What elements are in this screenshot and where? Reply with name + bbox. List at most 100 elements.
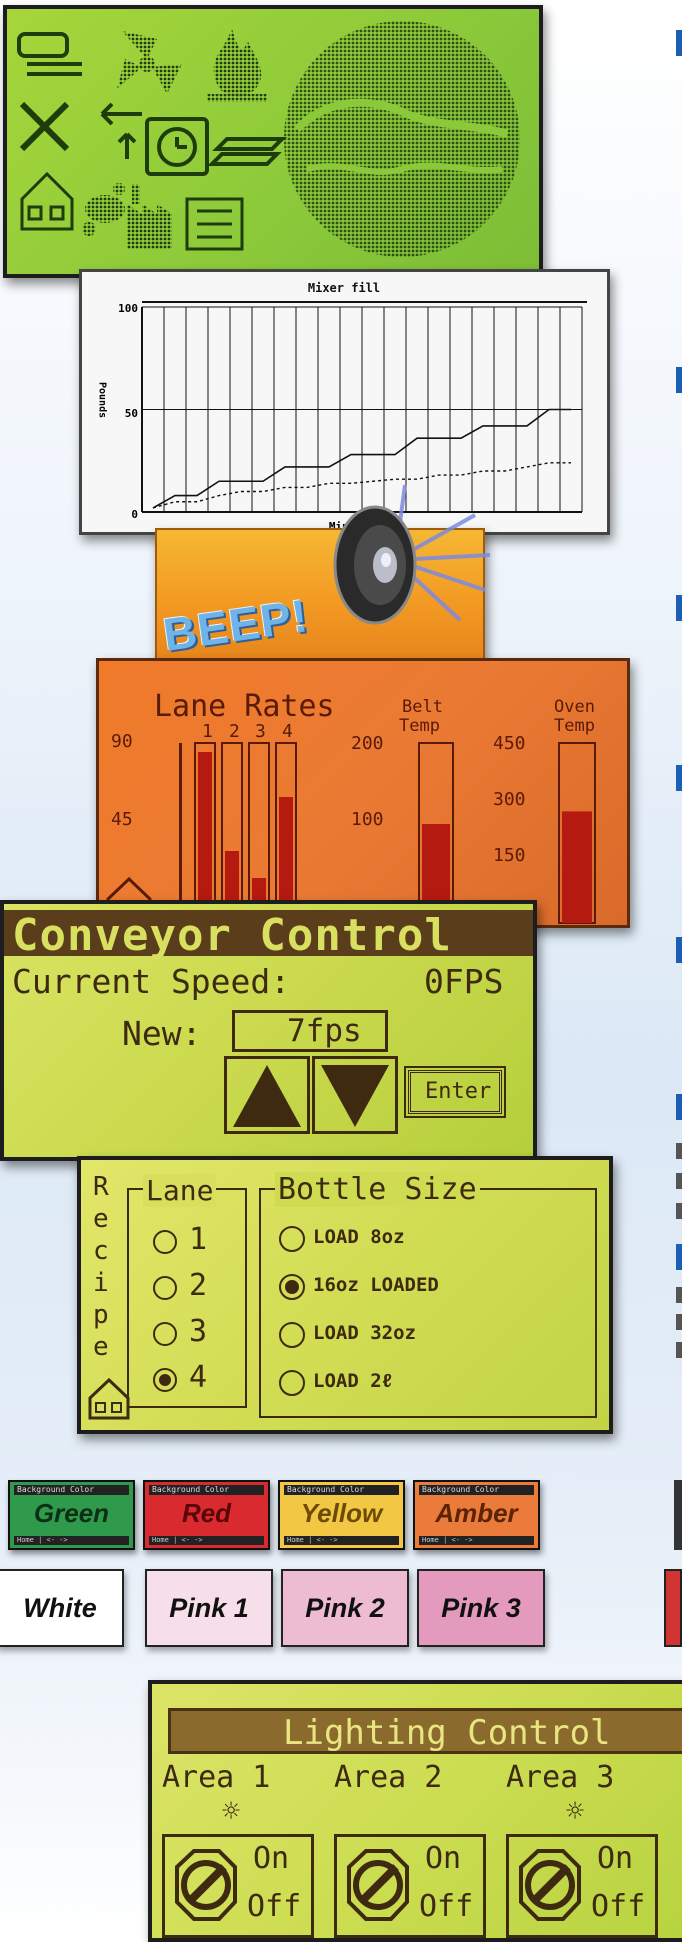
bottle-radio[interactable] <box>279 1370 305 1396</box>
caption-text-4 <box>676 1287 682 1303</box>
swatch-pink-1[interactable]: Pink 1 <box>145 1569 273 1647</box>
swatch-header: Background Color <box>149 1485 264 1495</box>
lighting-panel: Lighting Control Area 1 ☼ On Off Area 2 On Off… <box>148 1680 682 1942</box>
switch-knob-icon <box>175 1849 237 1921</box>
lane-radio-1[interactable] <box>153 1230 177 1254</box>
switch-off-label[interactable]: Off <box>419 1889 473 1924</box>
caption-text-3 <box>676 1203 682 1219</box>
swatch-partial <box>674 1480 682 1550</box>
y-tick-50: 50 <box>125 407 138 420</box>
y-axis-label: Pounds <box>97 382 108 418</box>
swatch-yellow[interactable]: Background Color Yellow Home | <- -> <box>278 1480 405 1550</box>
conveyor-title: Conveyor Control <box>12 910 452 961</box>
lane-radio-label: 2 <box>189 1268 208 1303</box>
down-arrow-icon <box>321 1065 389 1127</box>
bottle-group <box>259 1188 597 1418</box>
recipe-side-char: R <box>93 1172 109 1202</box>
home-icon[interactable] <box>87 1376 131 1420</box>
swatch-label: Yellow <box>300 1498 383 1528</box>
recipe-side-char: i <box>93 1268 109 1298</box>
bottle-radio-label: LOAD 32oz <box>313 1322 416 1344</box>
swatch-white[interactable]: White <box>0 1569 124 1647</box>
conveyor-panel: Conveyor Control Current Speed: 0FPS New… <box>0 900 537 1161</box>
lane-radio-3[interactable] <box>153 1322 177 1346</box>
swatch-pink-2[interactable]: Pink 2 <box>281 1569 409 1647</box>
swatch-red[interactable]: Background Color Red Home | <- -> <box>143 1480 270 1550</box>
factory-icon <box>127 184 172 249</box>
recipe-side-char: p <box>93 1300 109 1330</box>
recipe-side-char: c <box>93 1236 109 1266</box>
speed-down-button[interactable] <box>312 1056 398 1134</box>
recipe-side-char: e <box>93 1204 109 1234</box>
swatch-green[interactable]: Background Color Green Home | <- -> <box>8 1480 135 1550</box>
caption-letter-1 <box>676 30 682 56</box>
caption-letter-3 <box>676 595 682 621</box>
lane-radio-label: 3 <box>189 1314 208 1349</box>
caption-text-5 <box>676 1314 682 1330</box>
bottle-radio-label: 16oz LOADED <box>313 1274 439 1296</box>
recipe-panel: Recipe Lane Bottle Size 1 2 3 4 LOAD 8oz 16oz… <box>77 1156 613 1434</box>
speed-up-button[interactable] <box>224 1056 310 1134</box>
area-switch[interactable]: On Off <box>334 1834 486 1938</box>
bottle-radio-label: LOAD 2ℓ <box>313 1370 394 1392</box>
bottle-radio[interactable] <box>279 1226 305 1252</box>
clock-icon <box>145 117 209 176</box>
caption-text-2 <box>676 1173 682 1189</box>
switch-off-label[interactable]: Off <box>247 1889 301 1924</box>
list-icon <box>185 197 244 251</box>
speaker-icon <box>300 480 510 650</box>
tools-icon <box>19 101 70 152</box>
beep-text: BEEP! <box>160 589 312 661</box>
caption-text-6 <box>676 1342 682 1358</box>
swatch-label: Green <box>33 1498 110 1528</box>
new-speed-field[interactable]: 7fps <box>232 1010 388 1052</box>
enter-label: Enter <box>425 1079 492 1104</box>
caption-letter-4 <box>676 765 682 791</box>
caption-text-1 <box>676 1143 682 1159</box>
area-label: Area 1 <box>162 1760 271 1795</box>
switch-on-label[interactable]: On <box>597 1841 633 1876</box>
new-speed-label: New: <box>122 1014 202 1053</box>
arrows-icon <box>100 102 142 159</box>
foot-icon <box>82 183 125 236</box>
caption-letter-5 <box>676 937 682 963</box>
sun-icon: ☼ <box>566 1794 585 1829</box>
y-tick-100: 100 <box>118 302 138 315</box>
lane-radio-4[interactable] <box>153 1368 177 1392</box>
area-switch[interactable]: On Off <box>506 1834 658 1938</box>
fire-icon <box>207 29 267 102</box>
swatch-header: Background Color <box>14 1485 129 1495</box>
swatch-label: Red <box>181 1498 232 1528</box>
recipe-side-char: e <box>93 1332 109 1362</box>
new-speed-value: 7fps <box>287 1013 362 1049</box>
enter-button[interactable]: Enter <box>404 1066 506 1118</box>
area-label: Area 3 <box>506 1760 615 1795</box>
y-tick-0: 0 <box>131 508 138 521</box>
swatch-amber[interactable]: Background Color Amber Home | <- -> <box>413 1480 540 1550</box>
swatch-header: Background Color <box>284 1485 399 1495</box>
swatch-footer: Home | <- -> <box>284 1536 399 1545</box>
oven-bar <box>562 811 592 923</box>
lane-group <box>127 1188 247 1408</box>
area-switch[interactable]: On Off <box>162 1834 314 1938</box>
bottle-radio[interactable] <box>279 1322 305 1348</box>
switch-on-label[interactable]: On <box>425 1841 461 1876</box>
bottle-radio[interactable] <box>279 1274 305 1300</box>
swatch-pink-3[interactable]: Pink 3 <box>417 1569 545 1647</box>
switch-off-label[interactable]: Off <box>591 1889 645 1924</box>
bottle-radio-label: LOAD 8oz <box>313 1226 405 1248</box>
lane-radio-label: 4 <box>189 1360 208 1395</box>
caption-letter-7 <box>676 1244 682 1270</box>
lighting-title: Lighting Control <box>283 1713 611 1753</box>
swatch-footer: Home | <- -> <box>419 1536 534 1545</box>
switch-on-label[interactable]: On <box>253 1841 289 1876</box>
lane-radio-label: 1 <box>189 1222 208 1257</box>
area-label: Area 2 <box>334 1760 443 1795</box>
switch-knob-icon <box>347 1849 409 1921</box>
lane-bars <box>179 742 596 924</box>
swatch-header: Background Color <box>419 1485 534 1495</box>
pot-icon <box>17 32 82 76</box>
lane-radio-2[interactable] <box>153 1276 177 1300</box>
home-icon <box>20 171 74 231</box>
up-arrow-icon <box>233 1065 301 1127</box>
